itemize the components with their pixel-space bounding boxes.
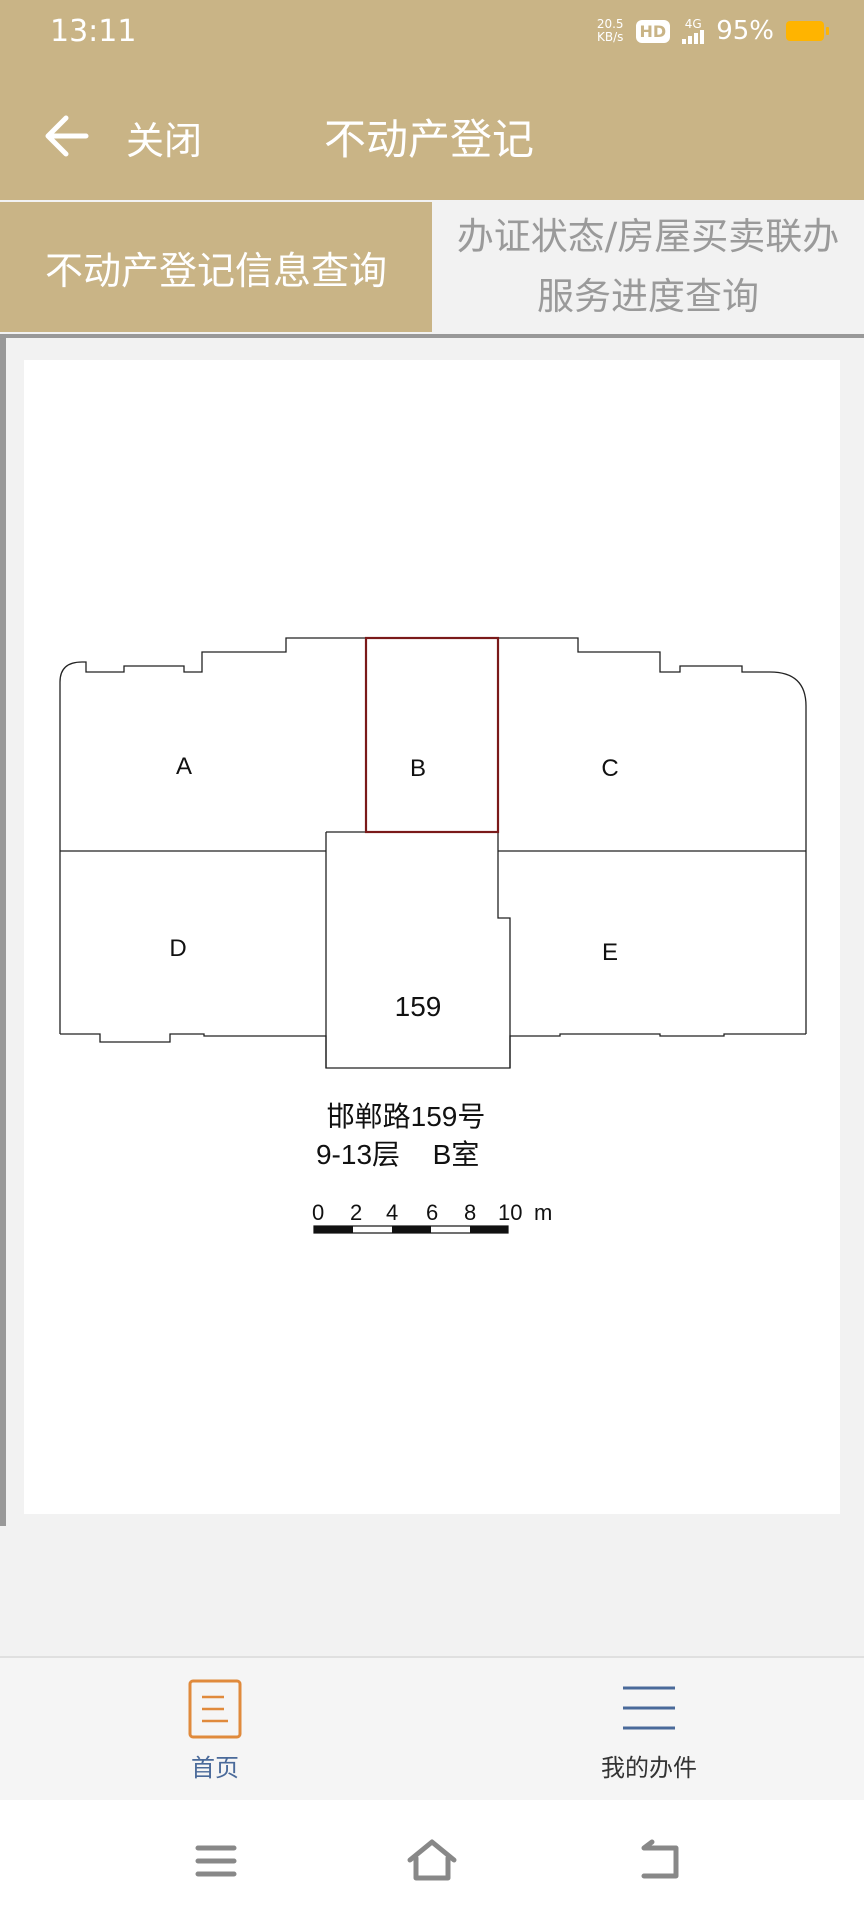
back-button[interactable]	[40, 108, 100, 164]
scale-bar: 0 2 4 6 8 10 m	[312, 1200, 552, 1234]
hd-icon: HD	[635, 19, 671, 43]
unit-label-e: E	[602, 939, 618, 966]
unit-label-c: C	[601, 755, 618, 782]
network-speed-value: 20.5	[596, 17, 624, 31]
tab-divider	[0, 334, 864, 338]
tab-progress-query[interactable]: 办证状态/房屋买卖联办 服务进度查询	[432, 202, 864, 332]
scale-tick-2: 2	[350, 1200, 362, 1225]
unit-label-d: D	[169, 935, 186, 962]
network-type: 4G	[684, 17, 702, 31]
address-label: 邯郸路159号	[327, 1101, 486, 1132]
arrow-left-icon	[45, 115, 89, 157]
scale-tick-8: 8	[464, 1200, 476, 1225]
scale-unit: m	[534, 1200, 552, 1225]
floor-plan-drawing: A B C D E 159 邯郸路159号 9-13层 B室 0 2 4 6 8…	[59, 636, 807, 1234]
core-outline	[325, 831, 511, 1068]
tab-progress-query-line1: 办证状态/房屋买卖联办	[456, 215, 840, 258]
system-menu-button[interactable]	[176, 1836, 256, 1886]
app-header: 关闭 不动产登记	[0, 70, 864, 200]
building-outline-bottom	[60, 1033, 806, 1069]
content-left-border	[0, 338, 6, 1526]
nav-home[interactable]: 首页	[150, 1678, 280, 1788]
building-outline-top	[59, 637, 807, 707]
status-indicators: 20.5 KB/s HD 4G 95%	[597, 16, 829, 46]
scale-tick-0: 0	[312, 1200, 324, 1225]
tab-registration-query-label: 不动产登记信息查询	[44, 248, 387, 293]
network-speed-unit: KB/s	[596, 30, 624, 44]
nav-home-label: 首页	[191, 1754, 239, 1782]
network-speed: 20.5 KB/s	[597, 18, 624, 44]
system-home-button[interactable]	[392, 1836, 472, 1886]
nav-my-cases-label: 我的办件	[601, 1754, 697, 1782]
close-button[interactable]: 关闭	[126, 110, 202, 165]
unit-b-highlight	[364, 636, 500, 834]
hamburger-icon	[195, 1845, 237, 1877]
scale-tick-6: 6	[426, 1200, 438, 1225]
room-label: B室	[433, 1139, 480, 1170]
system-back-button[interactable]	[620, 1836, 700, 1886]
system-nav-bar	[0, 1800, 864, 1920]
scale-tick-4: 4	[386, 1200, 398, 1225]
unit-label-a: A	[176, 753, 192, 780]
page-title: 不动产登记	[324, 115, 535, 164]
floors-label: 9-13层	[316, 1139, 400, 1170]
home-icon	[407, 1839, 457, 1881]
scale-tick-10: 10	[498, 1200, 522, 1225]
battery-percent: 95%	[716, 16, 774, 46]
tab-progress-query-line2: 服务进度查询	[537, 275, 759, 318]
status-bar: 13:11 20.5 KB/s HD 4G 95%	[0, 0, 864, 70]
building-outline-sides	[59, 687, 807, 1034]
document-icon	[188, 1679, 242, 1739]
nav-my-cases[interactable]: 我的办件	[584, 1678, 714, 1788]
back-icon	[641, 1839, 679, 1879]
status-time: 13:11	[50, 14, 137, 49]
menu-lines-icon	[623, 1686, 675, 1730]
signal-icon: 4G	[682, 17, 705, 44]
battery-icon	[786, 21, 829, 41]
floor-plan-card: A B C D E 159 邯郸路159号 9-13层 B室 0 2 4 6 8…	[24, 360, 840, 1514]
tab-registration-query[interactable]: 不动产登记信息查询	[0, 202, 432, 332]
core-label: 159	[395, 991, 442, 1022]
bottom-nav: 首页 我的办件	[0, 1656, 864, 1802]
unit-label-b: B	[410, 755, 426, 782]
